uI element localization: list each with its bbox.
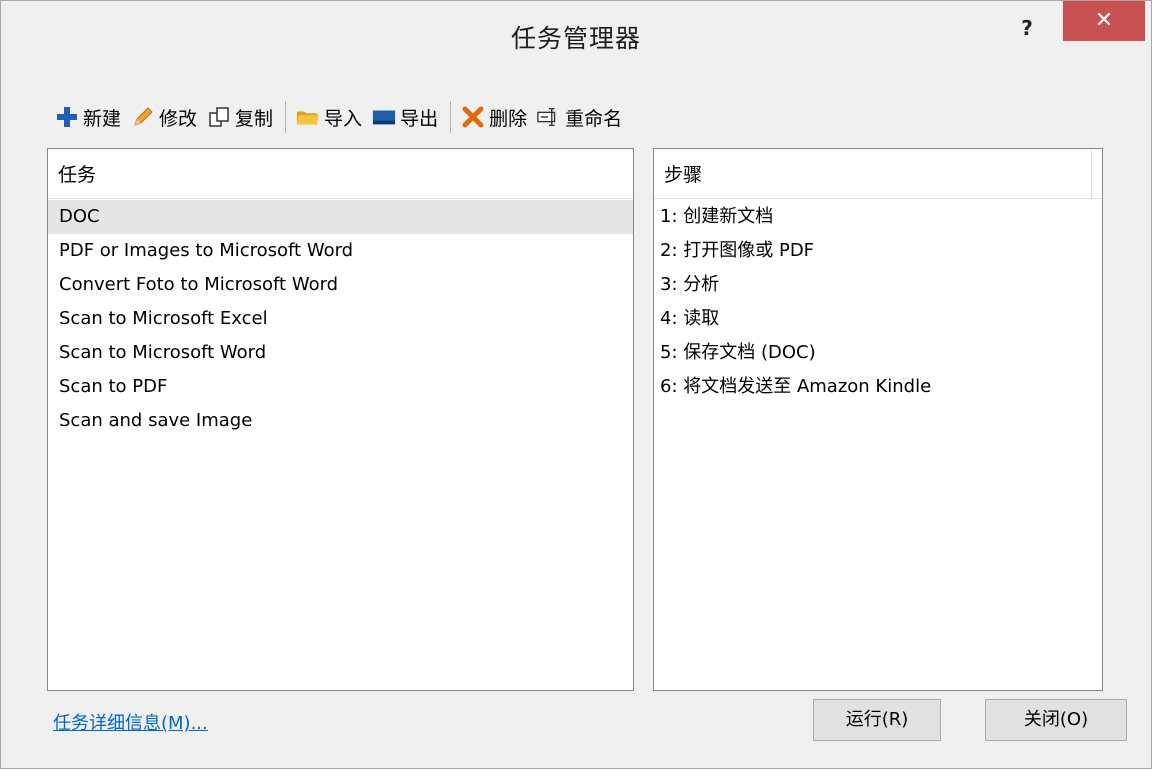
- close-window-button[interactable]: ✕: [1063, 1, 1145, 41]
- task-item-doc[interactable]: DOC: [48, 200, 633, 234]
- copy-label: 复制: [235, 107, 274, 130]
- steps-list: 1: 创建新文档 2: 打开图像或 PDF 3: 分析 4: 读取 5: 保存文…: [654, 199, 1102, 404]
- column-divider: [1091, 149, 1092, 199]
- task-item-scan-excel[interactable]: Scan to Microsoft Excel: [48, 302, 633, 336]
- step-item: 3: 分析: [660, 274, 720, 295]
- toolbar: 新建 修改 复制 导入 导出 删除 重命名: [53, 99, 630, 135]
- new-button[interactable]: 新建: [53, 99, 129, 135]
- export-label: 导出: [400, 107, 439, 130]
- tasks-list: DOC PDF or Images to Microsoft Word Conv…: [48, 199, 633, 438]
- close-icon: ✕: [1094, 8, 1114, 33]
- toolbar-separator: [450, 101, 452, 133]
- task-details-link[interactable]: 任务详细信息(M)...: [53, 709, 208, 735]
- import-button[interactable]: 导入: [294, 99, 370, 135]
- step-item: 4: 读取: [660, 308, 720, 329]
- delete-x-icon: [461, 105, 485, 129]
- run-button[interactable]: 运行(R): [813, 699, 941, 741]
- rename-label: 重命名: [565, 107, 623, 130]
- steps-panel: 步骤 1: 创建新文档 2: 打开图像或 PDF 3: 分析 4: 读取 5: …: [653, 148, 1103, 691]
- new-label: 新建: [83, 107, 122, 130]
- folder-icon: [296, 105, 320, 129]
- task-item-pdf-to-word[interactable]: PDF or Images to Microsoft Word: [48, 234, 633, 268]
- task-item-scan-pdf[interactable]: Scan to PDF: [48, 370, 633, 404]
- export-button[interactable]: 导出: [370, 99, 446, 135]
- copy-button[interactable]: 复制: [205, 99, 281, 135]
- tasks-header-label: 任务: [58, 164, 97, 186]
- toolbar-separator: [285, 101, 287, 133]
- drive-icon: [372, 105, 396, 129]
- window-title: 任务管理器: [510, 24, 641, 53]
- step-item: 2: 打开图像或 PDF: [660, 240, 815, 261]
- plus-icon: [55, 105, 79, 129]
- step-item: 5: 保存文档 (DOC): [660, 342, 816, 363]
- help-button[interactable]: ?: [1007, 13, 1047, 43]
- title-bar: 任务管理器 ? ✕: [1, 1, 1151, 71]
- copy-icon: [207, 105, 231, 129]
- tasks-column-header[interactable]: 任务: [48, 149, 633, 199]
- delete-button[interactable]: 删除: [459, 99, 535, 135]
- edit-button[interactable]: 修改: [129, 99, 205, 135]
- task-item-scan-image[interactable]: Scan and save Image: [48, 404, 633, 438]
- steps-column-header[interactable]: 步骤: [654, 149, 1102, 199]
- delete-label: 删除: [489, 107, 528, 130]
- pencil-icon: [131, 105, 155, 129]
- rename-button[interactable]: 重命名: [535, 99, 630, 135]
- task-manager-window: 任务管理器 ? ✕ 新建 修改 复制 导入 导出 删除 重命名 任务 DOC P…: [0, 0, 1152, 769]
- edit-label: 修改: [159, 107, 198, 130]
- step-item: 1: 创建新文档: [660, 206, 774, 227]
- task-item-scan-word[interactable]: Scan to Microsoft Word: [48, 336, 633, 370]
- import-label: 导入: [324, 107, 363, 130]
- close-button[interactable]: 关闭(O): [985, 699, 1127, 741]
- task-item-foto-to-word[interactable]: Convert Foto to Microsoft Word: [48, 268, 633, 302]
- step-item: 6: 将文档发送至 Amazon Kindle: [660, 376, 932, 397]
- tasks-panel: 任务 DOC PDF or Images to Microsoft Word C…: [47, 148, 634, 691]
- rename-icon: [537, 105, 561, 129]
- steps-header-label: 步骤: [664, 164, 703, 186]
